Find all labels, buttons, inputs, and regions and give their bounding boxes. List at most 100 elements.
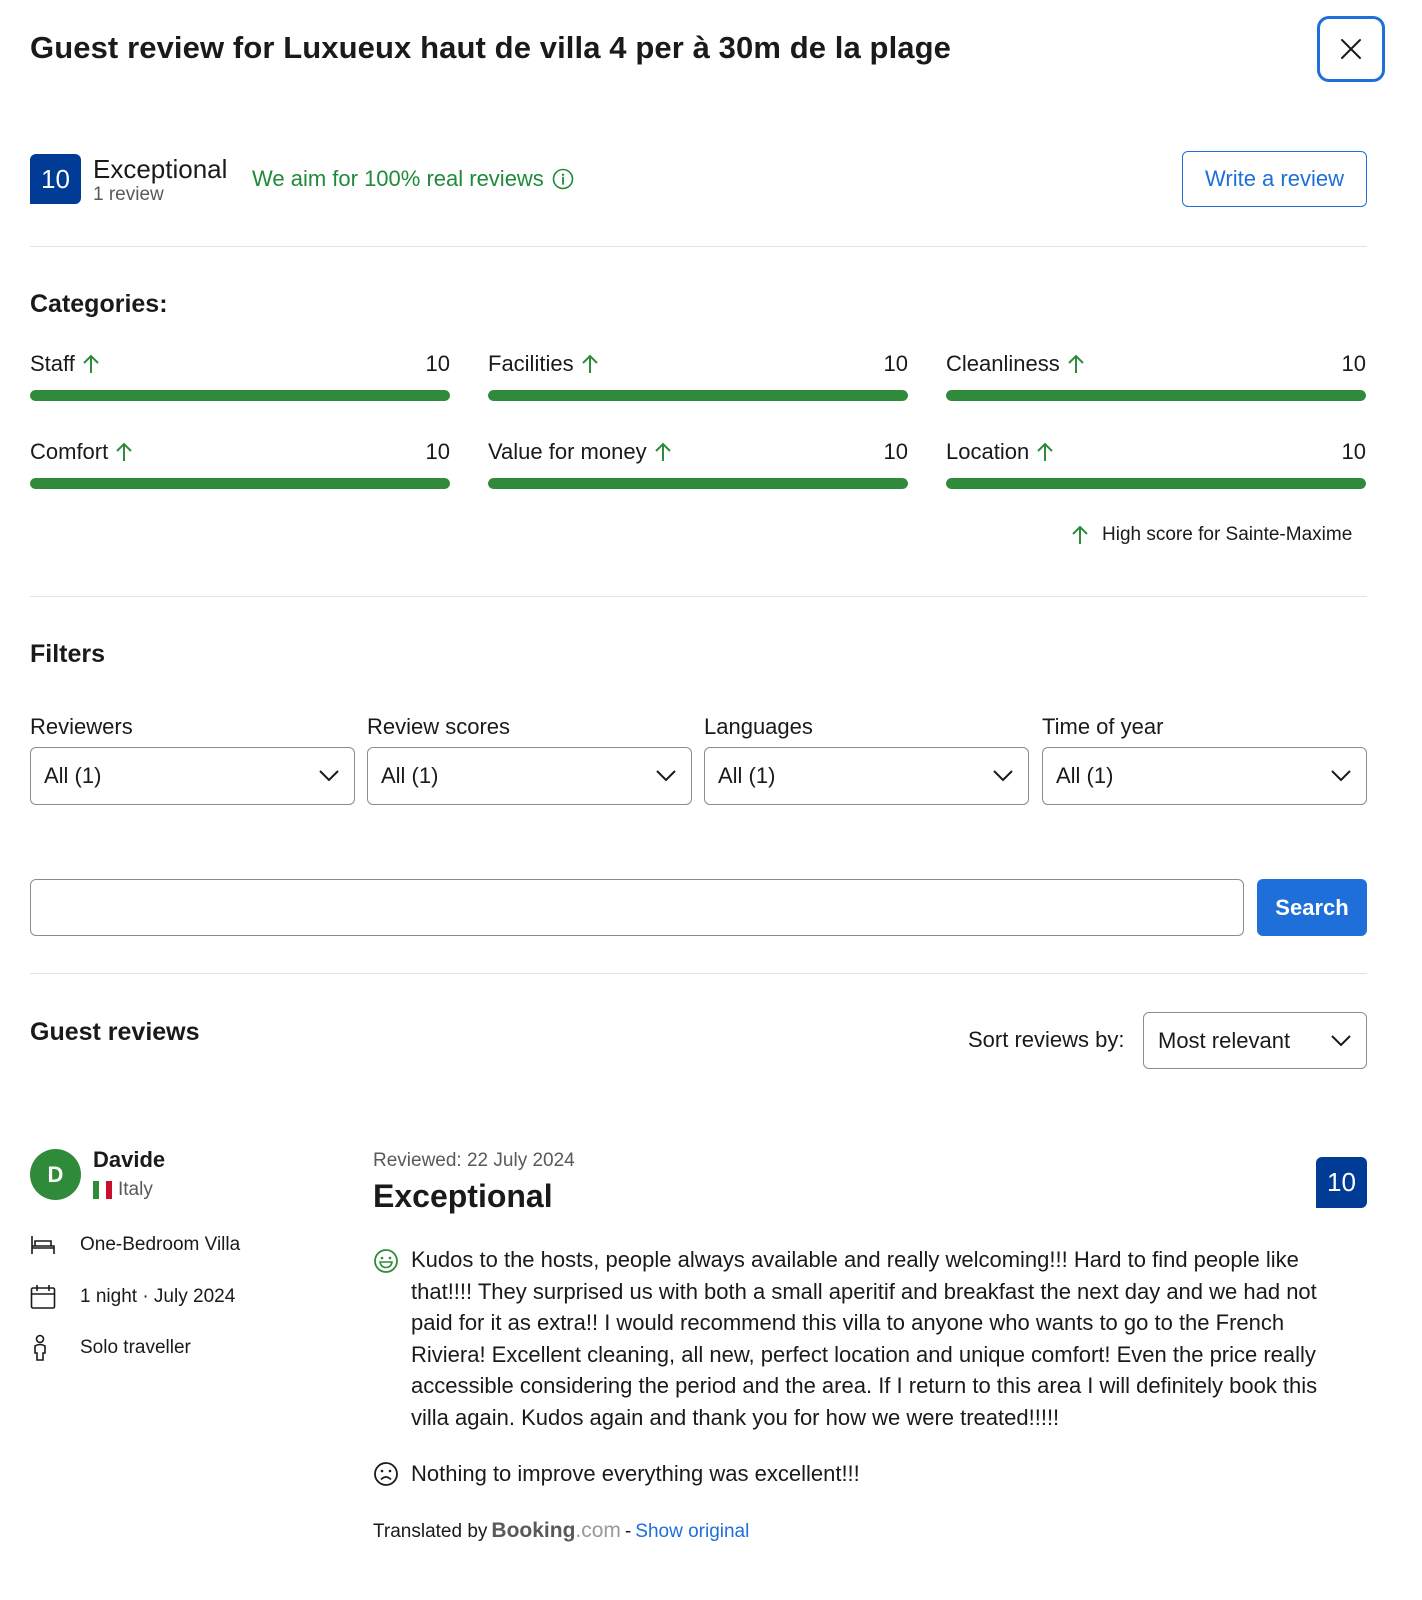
category-comfort: Comfort 10 [30,438,450,489]
review-score-badge: 10 [1316,1157,1367,1208]
write-review-button[interactable]: Write a review [1182,151,1367,207]
bed-icon [31,1236,55,1254]
filter-label-time-of-year: Time of year [1042,714,1164,739]
stay-info: 1 night · July 2024 [30,1284,235,1310]
category-bar [488,478,908,489]
divider [30,973,1367,974]
frown-icon [373,1461,399,1492]
info-icon[interactable] [552,168,574,190]
review-search-input[interactable] [30,879,1244,936]
category-value-for-money: Value for money 10 [488,438,908,489]
room-type: One-Bedroom Villa [30,1234,240,1256]
divider [30,246,1367,247]
category-score: 10 [883,439,908,464]
chevron-down-icon [1331,1034,1351,1046]
review-line: Kudos to the hosts, people always availa… [411,1247,1299,1272]
booking-logo: Booking.com [491,1519,621,1542]
reviewers-select[interactable]: All (1) [30,747,355,805]
arrow-up-icon [116,442,132,461]
category-label: Comfort [30,439,109,464]
page-title: Guest review for Luxueux haut de villa 4… [30,30,952,65]
sort-select[interactable]: Most relevant [1143,1012,1367,1069]
category-score: 10 [883,351,908,376]
sort-value: Most relevant [1158,1027,1291,1053]
review-line: paid for it as extra!! I would recommend… [411,1310,1285,1335]
chevron-down-icon [993,770,1013,782]
smiley-icon [373,1248,399,1279]
category-bar [488,390,908,401]
chevron-down-icon [1331,770,1351,782]
close-icon [1341,39,1361,59]
separator: - [624,1521,632,1542]
score-badge: 10 [30,154,81,204]
review-line: accessible considering the period and th… [411,1373,1318,1398]
review-line: Riviera! Excellent cleaning, all new, pe… [411,1341,1316,1367]
reviewer-country: Italy [93,1179,153,1201]
italy-flag-icon [93,1181,112,1199]
arrow-up-icon [83,354,99,373]
category-bar [946,390,1366,401]
select-value: All (1) [381,763,439,788]
real-reviews-link[interactable]: We aim for 100% real reviews [252,166,574,192]
category-label: Value for money [488,439,647,464]
arrow-up-icon [654,442,671,461]
category-score: 10 [1341,439,1366,464]
traveller-type: Solo traveller [30,1334,191,1362]
translation-note: Translated by Booking.com - Show origina… [373,1519,749,1543]
country-name: Italy [118,1179,153,1200]
positive-review-text: Kudos to the hosts, people always availa… [411,1244,1367,1433]
review-scores-select[interactable]: All (1) [367,747,692,805]
select-value: All (1) [1056,763,1114,788]
room-type-label: One-Bedroom Villa [80,1234,241,1255]
category-facilities: Facilities 10 [488,350,908,401]
show-original-link[interactable]: Show original [635,1521,749,1543]
category-bar [30,390,450,401]
search-button[interactable]: Search [1257,879,1367,936]
category-location: Location 10 [946,438,1366,489]
category-staff: Staff 10 [30,350,450,401]
score-word: Exceptional [93,154,228,184]
category-bar [30,478,450,489]
select-value: All (1) [44,763,102,788]
category-label: Location [946,439,1030,464]
arrow-up-icon [1072,525,1088,544]
negative-review-text: Nothing to improve everything was excell… [411,1461,860,1486]
languages-select[interactable]: All (1) [704,747,1029,805]
close-button[interactable] [1317,16,1385,82]
traveller-type-label: Solo traveller [80,1337,191,1358]
high-score-note: High score for Sainte-Maxime [1070,524,1352,546]
translated-by-label: Translated by [373,1521,488,1542]
person-icon [34,1334,46,1361]
reviewer-name: Davide [93,1147,166,1172]
category-score: 10 [425,439,450,464]
chevron-down-icon [319,770,339,782]
review-count: 1 review [93,184,164,205]
category-label: Staff [30,351,75,376]
filter-label-reviewers: Reviewers [30,714,133,739]
arrow-up-icon [1068,354,1084,373]
filter-label-review-scores: Review scores [367,714,511,739]
category-score: 10 [1341,351,1366,376]
select-value: All (1) [718,763,776,788]
category-score: 10 [425,351,450,376]
guest-reviews-heading: Guest reviews [30,1018,200,1046]
review-title: Exceptional [373,1178,553,1214]
review-line: villa again. Kudos again and thank you f… [411,1404,1060,1430]
categories-heading: Categories: [30,290,168,318]
arrow-up-icon [1037,442,1053,461]
category-cleanliness: Cleanliness 10 [946,350,1366,401]
category-bar [946,478,1366,489]
reviewed-date: Reviewed: 22 July 2024 [373,1150,575,1171]
category-label: Cleanliness [946,351,1060,376]
arrow-up-icon [581,354,598,373]
stay-label: 1 night · July 2024 [80,1286,236,1307]
high-score-text: High score for Sainte-Maxime [1102,524,1353,545]
sort-label: Sort reviews by: [968,1027,1125,1052]
review-line: that!!!! They surprised us with both a s… [411,1278,1317,1304]
category-label: Facilities [488,351,574,376]
divider [30,596,1367,597]
filters-heading: Filters [30,640,106,668]
time-of-year-select[interactable]: All (1) [1042,747,1367,805]
avatar: D [30,1149,81,1200]
calendar-icon [30,1285,56,1309]
